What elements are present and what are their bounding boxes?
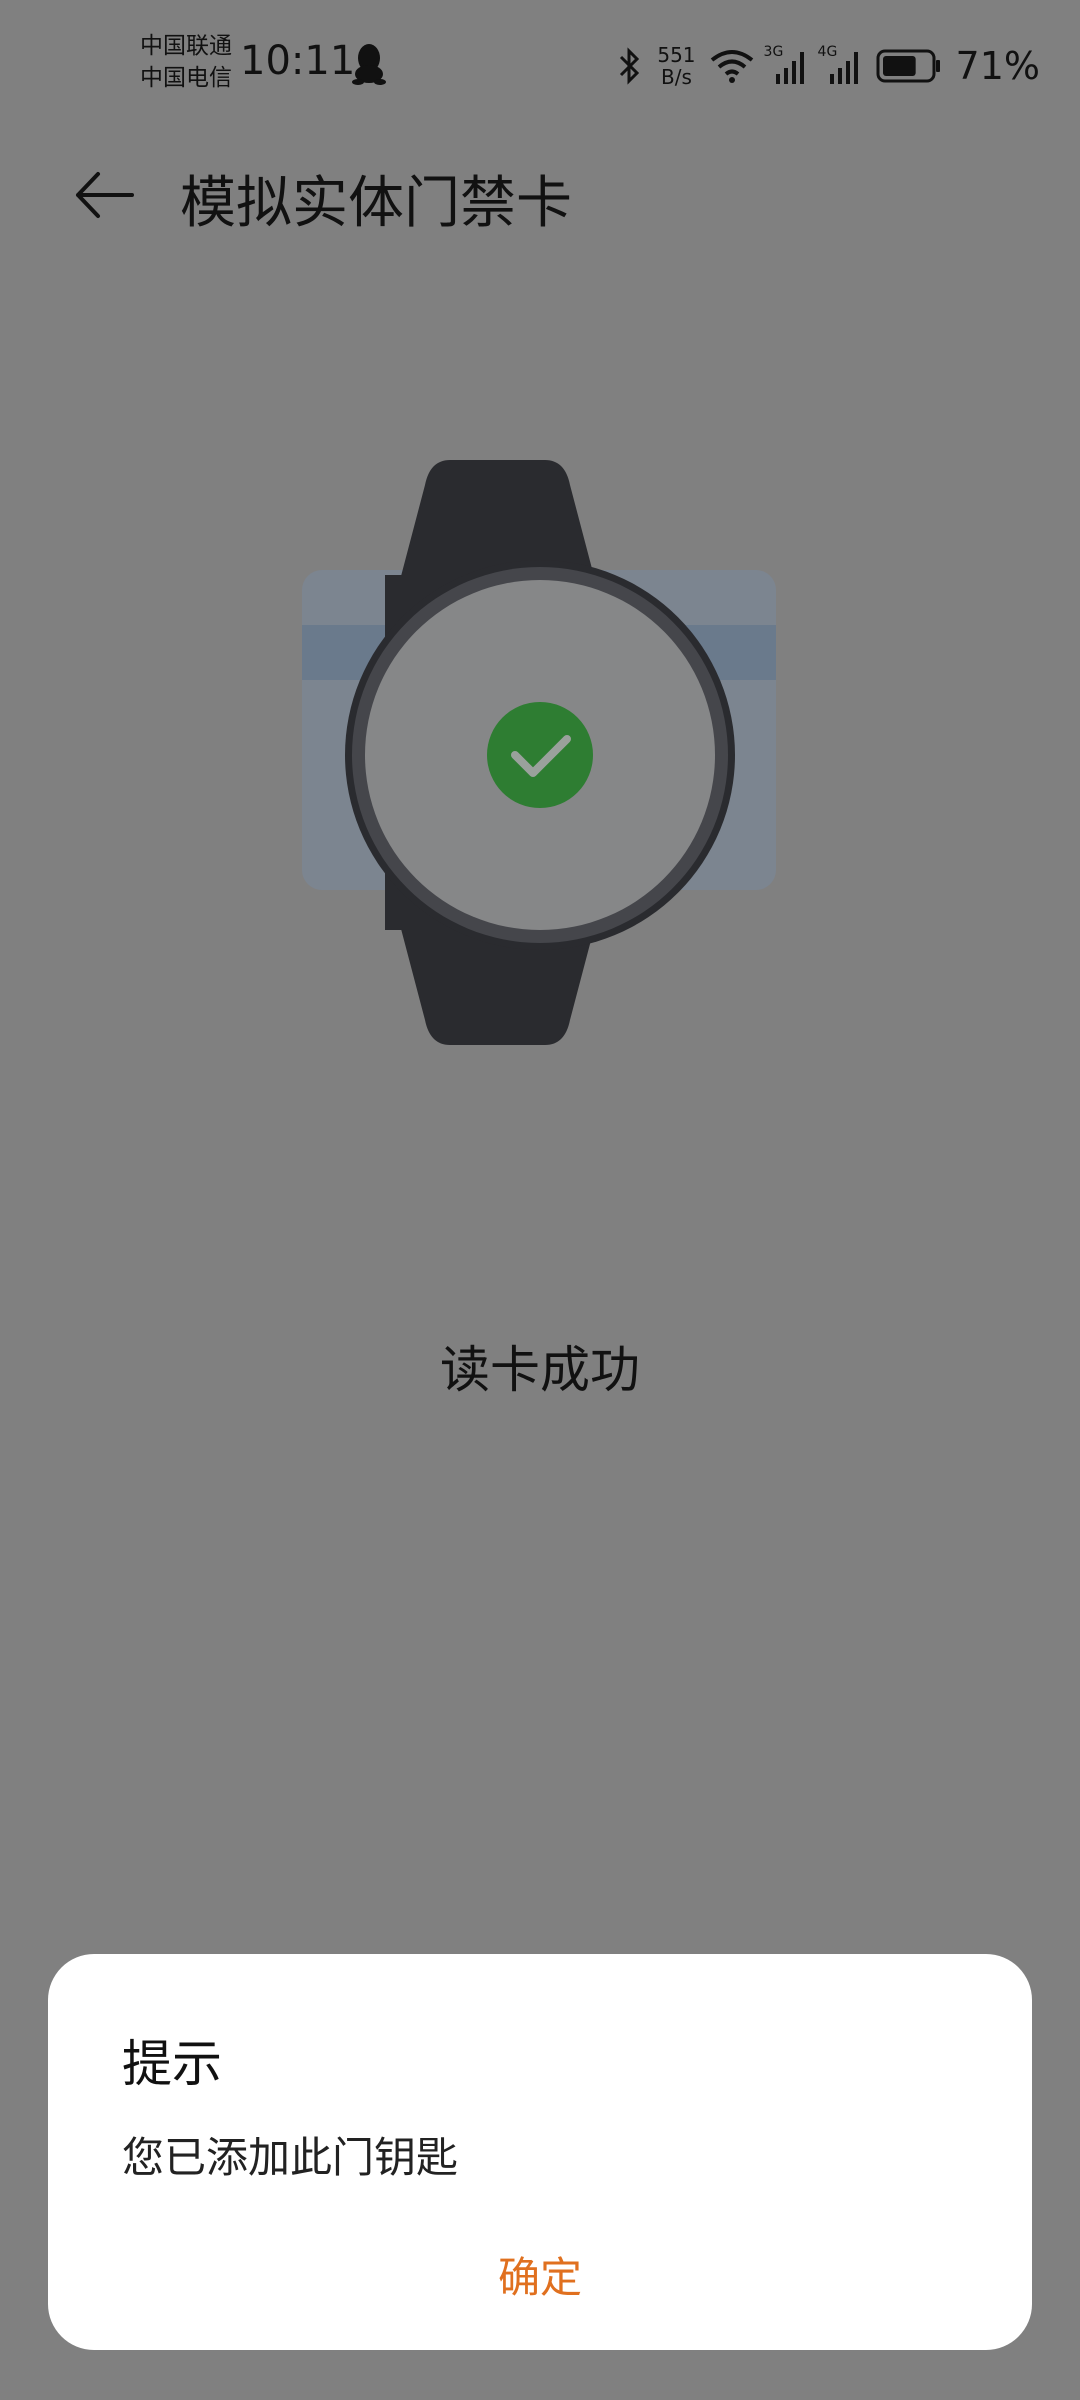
battery-fill	[882, 56, 916, 76]
carrier-1: 中国联通	[140, 33, 232, 59]
watch-card-illustration	[302, 460, 776, 1045]
dialog-message: 您已添加此门钥匙	[122, 2133, 459, 2182]
network-speed-unit: B/s	[660, 65, 692, 89]
battery-icon	[876, 49, 940, 83]
success-check-icon	[487, 702, 593, 808]
network-type-1: 3G	[763, 44, 784, 60]
network-speed-value: 551	[657, 43, 696, 67]
read-success-text: 读卡成功	[440, 1341, 640, 1399]
confirm-button[interactable]: 确定	[48, 2244, 1032, 2304]
clock: 10:11	[240, 38, 356, 84]
signal-sim2: 4G	[818, 44, 862, 84]
network-type-2: 4G	[817, 44, 838, 60]
carrier-labels: 中国联通 中国电信	[140, 30, 232, 94]
bluetooth-icon	[620, 47, 640, 85]
status-icons: 551 B/s 3G 4G 71%	[617, 36, 1040, 96]
prompt-dialog: 提示 您已添加此门钥匙 确定	[48, 1954, 1032, 2350]
page-header: 模拟实体门禁卡	[0, 150, 1080, 240]
battery-percent: 71%	[955, 44, 1040, 88]
signal-sim1: 3G	[764, 44, 808, 84]
network-speed: 551 B/s	[657, 44, 695, 88]
back-arrow-icon[interactable]	[70, 160, 150, 230]
status-bar: 中国联通 中国电信 10:11 551 B/s 3G 4G 71%	[0, 0, 1080, 130]
qq-icon	[352, 44, 386, 85]
wifi-icon	[710, 50, 753, 83]
page-title: 模拟实体门禁卡	[180, 171, 572, 236]
dialog-title: 提示	[122, 2035, 222, 2093]
carrier-2: 中国电信	[140, 65, 232, 91]
